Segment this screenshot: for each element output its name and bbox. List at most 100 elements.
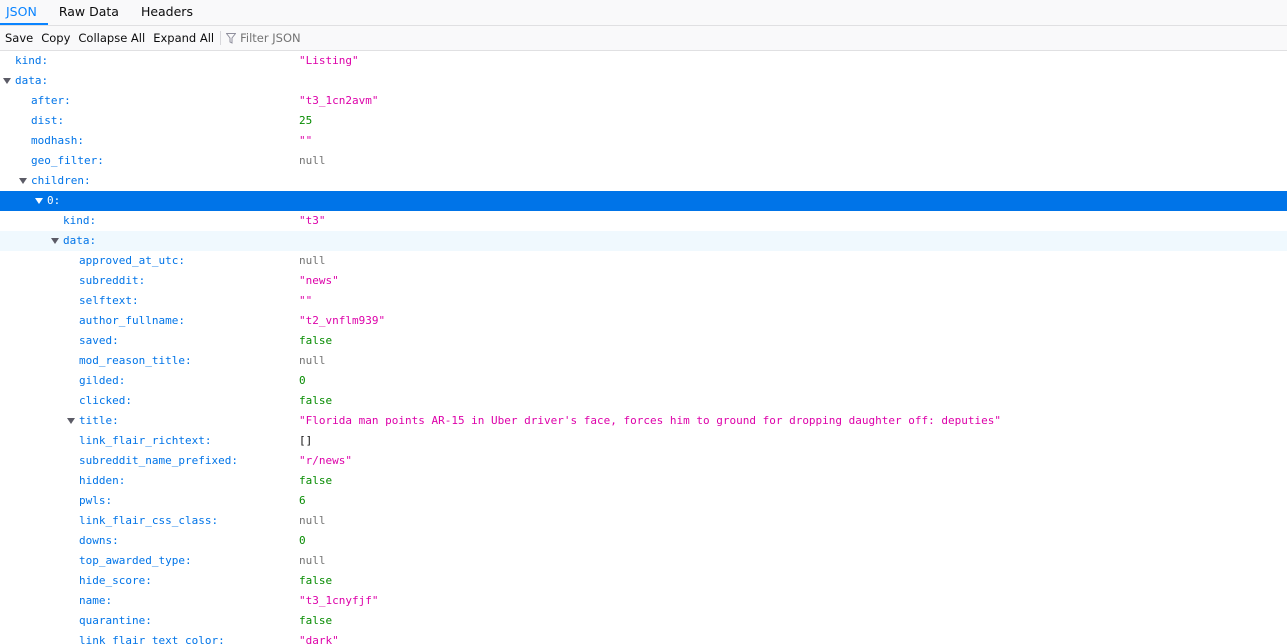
tree-row[interactable]: selftext: "": [0, 291, 1287, 311]
tree-key: data:: [63, 234, 97, 247]
tree-value: "t3_1cnyfjf": [299, 594, 379, 607]
tree-key: title:: [79, 414, 119, 427]
filter-json-input[interactable]: Filter JSON: [226, 28, 466, 48]
tree-key: hide_score:: [79, 574, 152, 587]
tree-row[interactable]: name: "t3_1cnyfjf": [0, 591, 1287, 611]
tab-headers[interactable]: Headers: [130, 0, 204, 25]
tree-value: false: [299, 614, 333, 627]
tree-value: 25: [299, 114, 313, 127]
tree-key: link_flair_css_class:: [79, 514, 219, 527]
tree-key: after:: [31, 94, 71, 107]
expand-toggle-icon[interactable]: [67, 418, 75, 424]
tree-key: top_awarded_type:: [79, 554, 192, 567]
save-button[interactable]: Save: [1, 28, 37, 48]
json-toolbar: Save Copy Collapse All Expand All Filter…: [0, 26, 1287, 51]
tree-row[interactable]: author_fullname: "t2_vnflm939": [0, 311, 1287, 331]
collapse-all-button[interactable]: Collapse All: [74, 28, 149, 48]
tree-value: 6: [299, 494, 306, 507]
tree-row[interactable]: approved_at_utc: null: [0, 251, 1287, 271]
expand-toggle-icon[interactable]: [35, 198, 43, 204]
tree-value: null: [299, 354, 326, 367]
tree-key: gilded:: [79, 374, 126, 387]
tab-raw-data[interactable]: Raw Data: [48, 0, 130, 25]
tree-row[interactable]: kind: "t3": [0, 211, 1287, 231]
tree-key: subreddit_name_prefixed:: [79, 454, 238, 467]
tree-value: null: [299, 154, 326, 167]
tree-key: 0:: [47, 194, 61, 207]
tree-key: children:: [31, 174, 91, 187]
tree-value: 0: [299, 534, 306, 547]
tree-value: "": [299, 134, 313, 147]
tree-row[interactable]: link_flair_text_color: "dark": [0, 631, 1287, 644]
tree-value: 0: [299, 374, 306, 387]
tree-row[interactable]: after: "t3_1cn2avm": [0, 91, 1287, 111]
tree-row[interactable]: data:: [0, 231, 1287, 251]
tree-value: null: [299, 554, 326, 567]
tree-row[interactable]: kind: "Listing": [0, 51, 1287, 71]
tree-key: quarantine:: [79, 614, 152, 627]
tree-row[interactable]: data:: [0, 71, 1287, 91]
tree-row[interactable]: subreddit_name_prefixed: "r/news": [0, 451, 1287, 471]
expand-toggle-icon[interactable]: [19, 178, 27, 184]
tree-row[interactable]: saved: false: [0, 331, 1287, 351]
tree-row[interactable]: hide_score: false: [0, 571, 1287, 591]
tree-value: null: [299, 254, 326, 267]
tree-value: false: [299, 474, 333, 487]
tree-row[interactable]: downs: 0: [0, 531, 1287, 551]
tree-value: false: [299, 394, 333, 407]
tree-key: kind:: [15, 54, 49, 67]
tree-value: "r/news": [299, 454, 352, 467]
tree-row[interactable]: clicked: false: [0, 391, 1287, 411]
tree-row[interactable]: link_flair_css_class: null: [0, 511, 1287, 531]
tree-row[interactable]: modhash: "": [0, 131, 1287, 151]
tree-value: "Florida man points AR-15 in Uber driver…: [299, 414, 1001, 427]
tree-row[interactable]: dist: 25: [0, 111, 1287, 131]
tree-row[interactable]: mod_reason_title: null: [0, 351, 1287, 371]
filter-icon: [226, 32, 237, 44]
copy-button[interactable]: Copy: [37, 28, 74, 48]
expand-toggle-icon[interactable]: [3, 78, 11, 84]
tree-value: []: [299, 434, 313, 447]
tree-key: data:: [15, 74, 49, 87]
tree-key: geo_filter:: [31, 154, 104, 167]
tree-key: link_flair_text_color:: [79, 634, 225, 644]
tree-value: false: [299, 574, 333, 587]
tree-key: modhash:: [31, 134, 84, 147]
tree-value: "t2_vnflm939": [299, 314, 386, 327]
tab-json[interactable]: JSON: [0, 0, 48, 25]
expand-all-button[interactable]: Expand All: [149, 28, 218, 48]
tree-row[interactable]: gilded: 0: [0, 371, 1287, 391]
tree-value: false: [299, 334, 333, 347]
tree-row[interactable]: children:: [0, 171, 1287, 191]
tree-key: downs:: [79, 534, 119, 547]
tree-key: clicked:: [79, 394, 132, 407]
tree-key: dist:: [31, 114, 65, 127]
tree-key: mod_reason_title:: [79, 354, 192, 367]
tree-value: "": [299, 294, 313, 307]
toolbar-divider: [220, 31, 222, 45]
tree-key: kind:: [63, 214, 97, 227]
tree-row[interactable]: 0:: [0, 191, 1287, 211]
tree-row[interactable]: geo_filter: null: [0, 151, 1287, 171]
tree-row[interactable]: subreddit: "news": [0, 271, 1287, 291]
tree-key: pwls:: [79, 494, 113, 507]
tree-row[interactable]: quarantine: false: [0, 611, 1287, 631]
tree-key: approved_at_utc:: [79, 254, 185, 267]
tree-key: selftext:: [79, 294, 139, 307]
tree-row[interactable]: top_awarded_type: null: [0, 551, 1287, 571]
viewer-tab-bar: JSON Raw Data Headers: [0, 0, 1287, 26]
tree-value: "news": [299, 274, 339, 287]
tree-key: subreddit:: [79, 274, 146, 287]
tree-key: author_fullname:: [79, 314, 185, 327]
tree-row[interactable]: title: "Florida man points AR-15 in Uber …: [0, 411, 1287, 431]
tree-key: name:: [79, 594, 113, 607]
tree-value: "dark": [299, 634, 339, 644]
json-tree: kind: "Listing" data: after: "t3_1cn2avm"dis…: [0, 51, 1287, 644]
tree-row[interactable]: pwls: 6: [0, 491, 1287, 511]
tree-value: "t3_1cn2avm": [299, 94, 379, 107]
filter-placeholder: Filter JSON: [240, 31, 301, 45]
tree-value: "Listing": [299, 54, 359, 67]
tree-row[interactable]: link_flair_richtext: []: [0, 431, 1287, 451]
tree-row[interactable]: hidden: false: [0, 471, 1287, 491]
expand-toggle-icon[interactable]: [51, 238, 59, 244]
